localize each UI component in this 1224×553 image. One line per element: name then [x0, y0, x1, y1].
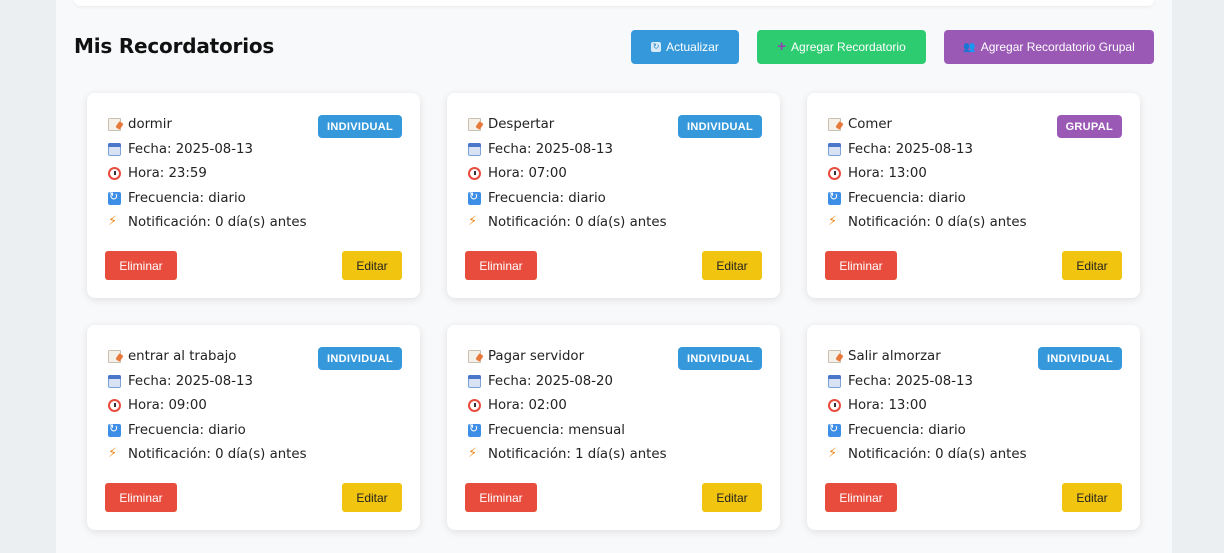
memo-icon — [108, 118, 121, 131]
alarm-clock-icon — [108, 167, 121, 180]
refresh-icon: ↻ — [651, 42, 662, 52]
reminder-date: Fecha: 2025-08-13 — [848, 374, 973, 389]
type-badge: INDIVIDUAL — [1038, 347, 1122, 370]
add-reminder-button[interactable]: + Agregar Recordatorio — [757, 30, 926, 64]
reminder-date: Fecha: 2025-08-13 — [488, 142, 613, 157]
edit-button[interactable]: Editar — [702, 483, 762, 512]
type-badge: INDIVIDUAL — [678, 347, 762, 370]
type-badge: INDIVIDUAL — [678, 115, 762, 138]
reminder-time: Hora: 02:00 — [488, 398, 567, 413]
reminder-title: dormir — [128, 117, 172, 132]
alarm-clock-icon — [828, 399, 841, 412]
alarm-clock-icon — [828, 167, 841, 180]
calendar-icon — [108, 375, 121, 388]
delete-button[interactable]: Eliminar — [105, 483, 177, 512]
reminder-date: Fecha: 2025-08-20 — [488, 374, 613, 389]
reminder-title: Despertar — [488, 117, 555, 132]
refresh-button[interactable]: ↻ Actualizar — [631, 30, 739, 64]
lightning-icon — [468, 446, 481, 461]
reminder-frequency: Frecuencia: mensual — [488, 423, 626, 438]
refresh-button-label: Actualizar — [666, 40, 719, 54]
reminder-date: Fecha: 2025-08-13 — [128, 374, 253, 389]
reminder-frequency: Frecuencia: diario — [488, 191, 606, 206]
memo-icon — [108, 350, 121, 363]
main-panel: Mis Recordatorios ↻ Actualizar + Agregar… — [56, 0, 1172, 553]
reminder-time: Hora: 13:00 — [848, 166, 927, 181]
reminder-card: Comer GRUPAL Fecha: 2025-08-13 Hora: 13:… — [807, 93, 1140, 298]
reminder-frequency: Frecuencia: diario — [848, 423, 966, 438]
repeat-icon — [108, 422, 121, 437]
calendar-icon — [468, 375, 481, 388]
memo-icon — [828, 118, 841, 131]
add-group-reminder-button[interactable]: 👥 Agregar Recordatorio Grupal — [944, 30, 1154, 64]
reminder-card: dormir INDIVIDUAL Fecha: 2025-08-13 Hora… — [87, 93, 420, 298]
reminder-time: Hora: 23:59 — [128, 166, 207, 181]
reminder-time: Hora: 13:00 — [848, 398, 927, 413]
calendar-icon — [828, 143, 841, 156]
reminder-title: Salir almorzar — [848, 349, 941, 364]
repeat-icon — [828, 190, 841, 205]
reminder-card: entrar al trabajo INDIVIDUAL Fecha: 2025… — [87, 325, 420, 530]
lightning-icon — [108, 446, 121, 461]
reminder-notification: Notificación: 0 día(s) antes — [848, 215, 1027, 230]
calendar-icon — [828, 375, 841, 388]
reminder-notification: Notificación: 0 día(s) antes — [128, 447, 307, 462]
lightning-icon — [468, 214, 481, 229]
lightning-icon — [108, 214, 121, 229]
repeat-icon — [828, 422, 841, 437]
reminder-date: Fecha: 2025-08-13 — [848, 142, 973, 157]
delete-button[interactable]: Eliminar — [105, 251, 177, 280]
reminder-frequency: Frecuencia: diario — [128, 191, 246, 206]
edit-button[interactable]: Editar — [342, 251, 402, 280]
edit-button[interactable]: Editar — [1062, 251, 1122, 280]
delete-button[interactable]: Eliminar — [825, 251, 897, 280]
alarm-clock-icon — [108, 399, 121, 412]
reminder-date: Fecha: 2025-08-13 — [128, 142, 253, 157]
calendar-icon — [468, 143, 481, 156]
reminder-notification: Notificación: 0 día(s) antes — [128, 215, 307, 230]
repeat-icon — [468, 422, 481, 437]
reminder-frequency: Frecuencia: diario — [848, 191, 966, 206]
type-badge: INDIVIDUAL — [318, 115, 402, 138]
delete-button[interactable]: Eliminar — [825, 483, 897, 512]
lightning-icon — [828, 446, 841, 461]
memo-icon — [468, 118, 481, 131]
reminder-frequency: Frecuencia: diario — [128, 423, 246, 438]
reminder-notification: Notificación: 1 día(s) antes — [488, 447, 667, 462]
page-title: Mis Recordatorios — [74, 34, 275, 58]
users-icon: 👥 — [963, 41, 976, 53]
reminder-card: Despertar INDIVIDUAL Fecha: 2025-08-13 H… — [447, 93, 780, 298]
memo-icon — [468, 350, 481, 363]
reminder-title: entrar al trabajo — [128, 349, 237, 364]
lightning-icon — [828, 214, 841, 229]
type-badge: INDIVIDUAL — [318, 347, 402, 370]
memo-icon — [828, 350, 841, 363]
reminder-time: Hora: 09:00 — [128, 398, 207, 413]
edit-button[interactable]: Editar — [702, 251, 762, 280]
type-badge: GRUPAL — [1056, 115, 1122, 138]
repeat-icon — [468, 190, 481, 205]
delete-button[interactable]: Eliminar — [465, 483, 537, 512]
reminder-time: Hora: 07:00 — [488, 166, 567, 181]
alarm-clock-icon — [468, 167, 481, 180]
reminder-card: Salir almorzar INDIVIDUAL Fecha: 2025-08… — [807, 325, 1140, 530]
delete-button[interactable]: Eliminar — [465, 251, 537, 280]
top-section-edge — [74, 0, 1154, 6]
edit-button[interactable]: Editar — [342, 483, 402, 512]
reminder-title: Comer — [848, 117, 893, 132]
alarm-clock-icon — [468, 399, 481, 412]
calendar-icon — [108, 143, 121, 156]
edit-button[interactable]: Editar — [1062, 483, 1122, 512]
reminder-notification: Notificación: 0 día(s) antes — [848, 447, 1027, 462]
repeat-icon — [108, 190, 121, 205]
reminder-card: Pagar servidor INDIVIDUAL Fecha: 2025-08… — [447, 325, 780, 530]
add-reminder-button-label: Agregar Recordatorio — [791, 40, 906, 54]
add-group-reminder-button-label: Agregar Recordatorio Grupal — [980, 40, 1135, 54]
reminder-notification: Notificación: 0 día(s) antes — [488, 215, 667, 230]
reminder-title: Pagar servidor — [488, 349, 585, 364]
plus-icon: + — [777, 38, 787, 55]
